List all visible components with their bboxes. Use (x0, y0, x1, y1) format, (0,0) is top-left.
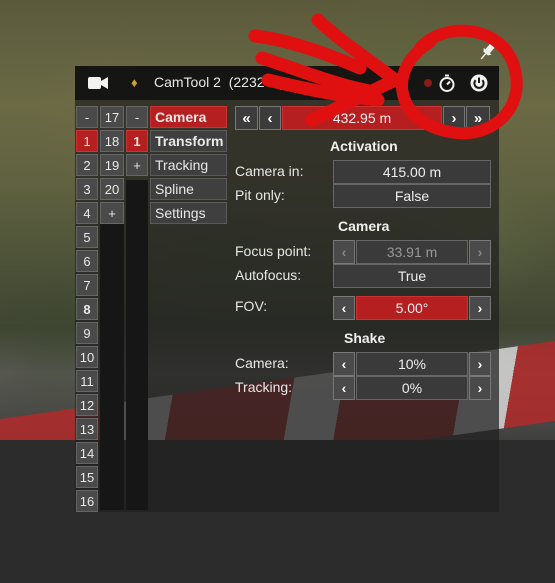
title-bar[interactable]: ♦ CamTool 2 (2232 m) (75, 66, 499, 100)
window-title-name: CamTool 2 (154, 74, 221, 90)
camera-cell[interactable]: 7 (76, 274, 98, 296)
camera-cell[interactable]: 5 (76, 226, 98, 248)
camera-cell[interactable]: 19 (100, 154, 124, 176)
camera-cell[interactable]: 2 (76, 154, 98, 176)
camera-cell-remove[interactable]: - (76, 106, 98, 128)
autofocus-toggle[interactable]: True (333, 264, 491, 288)
section-camera-title: Camera (338, 218, 390, 234)
window-title-distance: (2232 m) (228, 74, 285, 90)
shake-camera-label: Camera: (235, 355, 289, 371)
menu-item-settings[interactable]: Settings (150, 202, 227, 224)
camera-cell[interactable]: 14 (76, 442, 98, 464)
column-strip-3 (126, 180, 148, 510)
camera-cell[interactable]: 9 (76, 322, 98, 344)
nav-prev-button[interactable]: ‹ (259, 106, 281, 130)
camera-cell[interactable]: 4 (76, 202, 98, 224)
camera-cell[interactable]: 8 (76, 298, 98, 320)
shake-tracking-increase-button[interactable]: › (469, 376, 491, 400)
fov-increase-button[interactable]: › (469, 296, 491, 320)
camera-cell[interactable]: 15 (76, 466, 98, 488)
camera-cell[interactable]: 12 (76, 394, 98, 416)
camera-cell[interactable]: 13 (76, 418, 98, 440)
nav-next-button[interactable]: › (443, 106, 465, 130)
focus-point-decrease-button[interactable]: ‹ (333, 240, 355, 264)
focus-point-value[interactable]: 33.91 m (356, 240, 468, 264)
camera-in-value[interactable]: 415.00 m (333, 160, 491, 184)
stopwatch-button[interactable] (436, 72, 458, 94)
camtool-window: ♦ CamTool 2 (2232 m) - 1 2 3 4 5 6 7 8 9… (75, 66, 499, 512)
shake-tracking-label: Tracking: (235, 379, 293, 395)
nav-first-button[interactable]: « (235, 106, 258, 130)
camera-cell[interactable]: 1 (76, 130, 98, 152)
nav-last-button[interactable]: » (466, 106, 490, 130)
fov-decrease-button[interactable]: ‹ (333, 296, 355, 320)
camera-cell[interactable]: 3 (76, 178, 98, 200)
nav-position-value[interactable]: 432.95 m (282, 106, 442, 130)
shake-tracking-value[interactable]: 0% (356, 376, 468, 400)
camera-cell[interactable]: 20 (100, 178, 124, 200)
record-icon (424, 79, 432, 87)
power-icon (470, 74, 488, 92)
camera-cell[interactable]: 17 (100, 106, 124, 128)
section-shake-title: Shake (344, 330, 386, 346)
fov-label: FOV: (235, 298, 268, 314)
pit-only-toggle[interactable]: False (333, 184, 491, 208)
power-button[interactable] (468, 72, 490, 94)
autofocus-label: Autofocus: (235, 267, 302, 283)
section-activation-title: Activation (330, 138, 398, 154)
shake-camera-decrease-button[interactable]: ‹ (333, 352, 355, 376)
menu-item-tracking[interactable]: Tracking (150, 154, 227, 176)
shake-tracking-decrease-button[interactable]: ‹ (333, 376, 355, 400)
camera-cell[interactable]: 11 (76, 370, 98, 392)
point-cell-add[interactable]: + (126, 154, 148, 176)
stopwatch-icon (439, 74, 455, 92)
pin-icon[interactable] (477, 42, 497, 62)
fov-value[interactable]: 5.00° (356, 296, 468, 320)
camera-cell-add[interactable]: + (100, 202, 124, 224)
camera-cell[interactable]: 10 (76, 346, 98, 368)
focus-point-label: Focus point: (235, 243, 312, 259)
camera-cell[interactable]: 18 (100, 130, 124, 152)
menu-item-transform[interactable]: Transform (150, 130, 227, 152)
shake-camera-value[interactable]: 10% (356, 352, 468, 376)
window-title: CamTool 2 (2232 m) (154, 74, 285, 90)
camera-cell[interactable]: 6 (76, 250, 98, 272)
point-cell-remove[interactable]: - (126, 106, 148, 128)
diamond-icon: ♦ (131, 75, 138, 90)
focus-point-increase-button[interactable]: › (469, 240, 491, 264)
camera-icon (88, 77, 108, 89)
camera-in-label: Camera in: (235, 163, 304, 179)
menu-item-camera[interactable]: Camera (150, 106, 227, 128)
menu-item-spline[interactable]: Spline (150, 178, 227, 200)
shake-camera-increase-button[interactable]: › (469, 352, 491, 376)
point-cell[interactable]: 1 (126, 130, 148, 152)
column-strip-2 (100, 204, 124, 510)
pit-only-label: Pit only: (235, 187, 285, 203)
camera-cell[interactable]: 16 (76, 490, 98, 512)
